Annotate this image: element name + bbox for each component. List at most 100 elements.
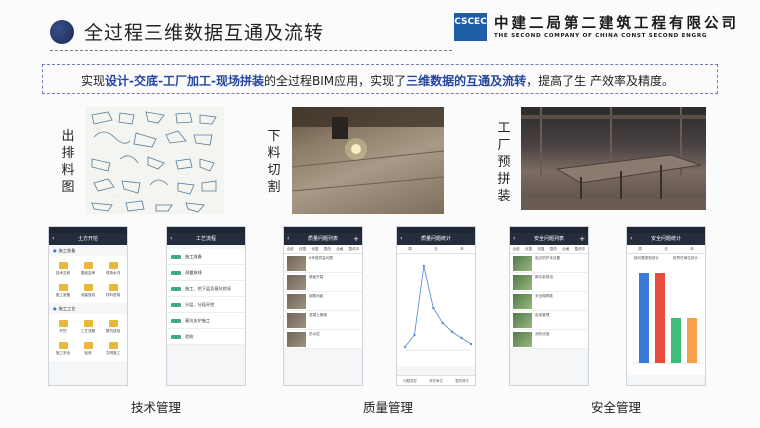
grid-item-label: 施工准备 xyxy=(55,292,71,297)
step-marker-icon xyxy=(171,334,181,339)
add-icon[interactable]: + xyxy=(579,233,585,245)
grid-item[interactable]: 施工安全 xyxy=(52,339,74,358)
filter-tab[interactable]: 整改中 xyxy=(349,247,360,252)
filter-tab[interactable]: 合格 xyxy=(336,247,343,252)
back-icon[interactable]: ‹ xyxy=(400,233,402,245)
item-text: 6号楼质量问题 xyxy=(309,256,333,260)
filter-tab[interactable]: 全部 xyxy=(513,247,520,252)
step-marker-icon xyxy=(171,318,181,323)
item-text: 安全帽佩戴 xyxy=(535,294,553,298)
back-icon[interactable]: ‹ xyxy=(287,233,289,245)
legend-item[interactable]: 按问题类型统计 xyxy=(634,256,659,261)
filter-tab[interactable]: 整改 xyxy=(550,247,557,252)
list-item[interactable]: 测量放线 xyxy=(167,265,245,281)
phone-safety-stats: ‹ 安全问题统计 周 月 年 按问题类型统计 按责任单位统计 xyxy=(626,226,706,386)
list-item[interactable]: 分层、分段开挖 xyxy=(167,297,245,313)
list-item[interactable]: 施工准备 xyxy=(167,249,245,265)
grid-item-label: 施工安全 xyxy=(55,350,71,355)
grid-item[interactable]: 施工准备 xyxy=(52,281,74,300)
period-tab[interactable]: 年 xyxy=(460,247,464,252)
grid-item[interactable]: 开挖 xyxy=(52,317,74,336)
grid-item[interactable]: 测量放线 xyxy=(77,281,99,300)
summary-banner: 实现设计-交底-工厂加工-现场拼装的全过程BIM应用，实现了三维数据的互通及流转… xyxy=(42,64,718,94)
list-item[interactable]: 6号楼质量问题 xyxy=(284,254,362,273)
period-tab[interactable]: 周 xyxy=(408,247,412,252)
list-item[interactable]: 脚手架搭设 xyxy=(510,273,588,292)
bottom-tab[interactable]: 问题类型 xyxy=(403,378,417,383)
filter-tab[interactable]: 合格 xyxy=(562,247,569,252)
back-icon[interactable]: ‹ xyxy=(630,233,632,245)
filter-tab[interactable]: 待整 xyxy=(525,247,532,252)
filter-tab[interactable]: 全部 xyxy=(287,247,294,252)
list-item-label: 测量放线 xyxy=(185,269,202,275)
back-icon[interactable]: ‹ xyxy=(52,233,54,245)
back-icon[interactable]: ‹ xyxy=(513,233,515,245)
grid-item[interactable]: 技术交底 xyxy=(52,259,74,278)
list-item[interactable]: 防水层 xyxy=(284,330,362,349)
legend-item[interactable]: 按责任单位统计 xyxy=(673,256,698,261)
filter-tab[interactable]: 待复 xyxy=(311,247,318,252)
add-icon[interactable]: + xyxy=(353,233,359,245)
grid-item[interactable]: 验收 xyxy=(77,339,99,358)
logo-text: CSCEC xyxy=(454,17,487,27)
period-tab[interactable]: 月 xyxy=(664,247,668,252)
grid-item-label: 材料进场 xyxy=(105,292,121,297)
line-chart xyxy=(397,254,475,366)
chart-legend: 按问题类型统计 按责任单位统计 xyxy=(627,254,705,263)
grid-item[interactable]: 文明施工 xyxy=(102,339,124,358)
phone-quality-stats: ‹ 质量问题统计 周 月 年 问题类型 责任单位 整改情况 xyxy=(396,226,476,386)
list-item[interactable]: 基坑支护施工 xyxy=(167,313,245,329)
svg-text:—: — xyxy=(146,148,149,152)
item-thumbnail xyxy=(513,275,532,290)
list-item[interactable]: 施工、挖下层及基坑挖深 xyxy=(167,281,245,297)
folder-icon xyxy=(108,341,118,349)
period-tab[interactable]: 周 xyxy=(638,247,642,252)
list-item[interactable]: 钢筋间距 xyxy=(284,292,362,311)
phone-header: ‹ 安全问题统计 xyxy=(627,233,705,245)
svg-text:—: — xyxy=(116,194,119,198)
list-item[interactable]: 临电管理 xyxy=(510,311,588,330)
list-item[interactable]: 安全帽佩戴 xyxy=(510,292,588,311)
period-tab[interactable]: 年 xyxy=(690,247,694,252)
stage-label-layout: 出排料图 xyxy=(61,129,75,195)
filter-tab[interactable]: 待复 xyxy=(537,247,544,252)
phone-header: ‹ 质量问题列表 + xyxy=(284,233,362,245)
item-thumbnail xyxy=(513,294,532,309)
grid-item-label: 现场水沟 xyxy=(105,270,121,275)
grid-item-label: 文明施工 xyxy=(105,350,121,355)
list-item[interactable]: 混凝土蜂窝 xyxy=(284,311,362,330)
grid-item[interactable]: 现场水沟 xyxy=(102,259,124,278)
filter-tab[interactable]: 整改中 xyxy=(575,247,586,252)
bar-chart xyxy=(627,263,705,375)
list-item[interactable]: 消防设施 xyxy=(510,330,588,349)
item-thumbnail xyxy=(287,275,306,290)
phone-header: ‹ 工艺流程 xyxy=(167,233,245,245)
bottom-tab[interactable]: 整改情况 xyxy=(455,378,469,383)
phone-title: 安全问题统计 xyxy=(650,236,681,242)
back-icon[interactable]: ‹ xyxy=(170,233,172,245)
list-item[interactable]: 墙面开裂 xyxy=(284,273,362,292)
grid-item[interactable]: 材料进场 xyxy=(102,281,124,300)
list-item-label: 分层、分段开挖 xyxy=(185,301,215,307)
item-thumbnail xyxy=(287,313,306,328)
grid-item[interactable]: 图纸会审 xyxy=(77,259,99,278)
period-tab[interactable]: 月 xyxy=(434,247,438,252)
list-item[interactable]: 临边防护未设置 xyxy=(510,254,588,273)
folder-icon xyxy=(83,283,93,291)
item-text: 钢筋间距 xyxy=(309,294,324,298)
period-tabs: 周月年 xyxy=(627,245,705,254)
svg-text:—: — xyxy=(186,172,189,176)
folder-icon xyxy=(83,341,93,349)
filter-tab[interactable]: 待整 xyxy=(299,247,306,252)
icon-grid: 技术交底 图纸会审 现场水沟 施工准备 测量放线 材料进场 xyxy=(49,256,127,303)
folder-icon xyxy=(108,319,118,327)
bottom-tab[interactable]: 责任单位 xyxy=(429,378,443,383)
filter-tab[interactable]: 整改 xyxy=(324,247,331,252)
grid-item[interactable]: 工艺流程 xyxy=(77,317,99,336)
data-point xyxy=(403,345,407,349)
list-item[interactable]: 验收 xyxy=(167,329,245,345)
preassembly-photo xyxy=(521,107,706,210)
step-marker-icon xyxy=(171,270,181,275)
grid-item[interactable]: 基坑放线 xyxy=(102,317,124,336)
folder-icon xyxy=(58,341,68,349)
